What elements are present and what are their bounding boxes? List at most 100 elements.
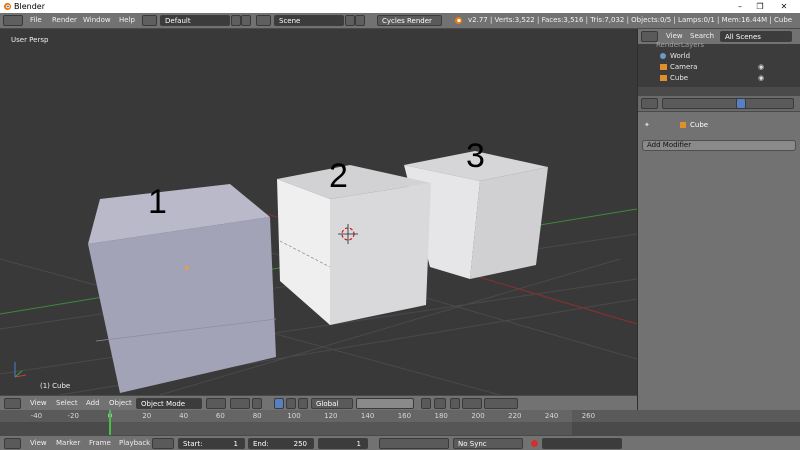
outliner-display-filter[interactable]: All Scenes [720,31,792,42]
camera-icon [660,64,667,70]
menu-window[interactable]: Window [83,16,111,24]
timeline-tick-label: 20 [142,412,152,420]
timeline-tick-label: 160 [397,412,412,420]
end-frame-label: End: [253,440,269,448]
3d-viewport[interactable]: User Persp 1 2 3 (1) Cube [0,29,637,395]
preview-range-icon[interactable] [152,438,174,449]
visibility-eye-icon[interactable]: ◉ [758,74,764,82]
close-button[interactable]: ✕ [776,1,792,12]
blender-version-icon [454,16,463,25]
end-frame-value: 250 [293,440,307,448]
menu-add[interactable]: Add [86,399,100,407]
timeline-tick-label: 260 [581,412,596,420]
timeline-tick-label: -40 [30,412,43,420]
screen-layout-field[interactable]: Default [160,15,230,26]
outliner-panel: View Search All Scenes RenderLayers Worl… [637,29,800,96]
timeline-menu-view[interactable]: View [30,439,47,447]
manipulator-toggle-icon[interactable] [252,398,262,409]
timeline-menu-playback[interactable]: Playback [119,439,150,447]
visibility-eye-icon[interactable]: ◉ [758,63,764,71]
outliner-item-camera-label: Camera [670,63,698,71]
outliner-item-cube-label: Cube [670,74,689,82]
remove-scene-icon[interactable] [355,15,365,26]
timeline-tick-label: 120 [324,412,338,420]
keying-set-field[interactable] [542,438,622,449]
timeline-area[interactable]: -40-200204060801001201401601802002202402… [0,410,800,435]
end-frame-field[interactable]: End: 250 [248,438,314,449]
transform-orientation-select[interactable]: Global [311,398,353,409]
scene-field[interactable]: Scene [274,15,344,26]
screen-layout-icon[interactable] [142,15,157,26]
timeline-tick-label: 60 [215,412,225,420]
viewport-shading-icon[interactable] [206,398,226,409]
timeline-tick-label: 100 [287,412,301,420]
menu-select[interactable]: Select [56,399,78,407]
add-screen-icon[interactable] [231,15,241,26]
scale-manipulator-icon[interactable] [298,398,308,409]
opengl-render-icon[interactable] [484,398,518,409]
remove-screen-icon[interactable] [241,15,251,26]
snap-toggle-icon[interactable] [450,398,460,409]
object-origin-icon [185,266,189,270]
pivot-point-icon[interactable] [230,398,250,409]
interaction-mode-select[interactable]: Object Mode [136,398,202,409]
playhead-marker[interactable] [109,410,111,435]
cube-2[interactable] [277,165,431,325]
timeline-tick-label: 80 [252,412,262,420]
add-scene-icon[interactable] [345,15,355,26]
add-modifier-button[interactable]: Add Modifier [642,140,796,151]
object-icon [680,122,686,128]
menu-view[interactable]: View [30,399,47,407]
lock-layers-icon[interactable] [421,398,431,409]
cube-label-3: 3 [466,137,485,175]
current-frame-field[interactable]: 1 [318,438,368,449]
menu-help[interactable]: Help [119,16,135,24]
scene-icon[interactable] [256,15,271,26]
render-engine-select[interactable]: Cycles Render [377,15,442,26]
translate-manipulator-icon[interactable] [274,398,284,409]
playback-controls[interactable] [379,438,449,449]
outliner-item-world-label: World [670,52,691,60]
snap-element-icon[interactable] [462,398,482,409]
menu-object[interactable]: Object [109,399,132,407]
proportional-edit-icon[interactable] [434,398,446,409]
start-frame-field[interactable]: Start: 1 [178,438,245,449]
cube-label-2: 2 [329,157,348,195]
pin-icon[interactable]: ✦ [644,121,650,129]
timeline-menu-frame[interactable]: Frame [89,439,111,447]
timeline-tick-label: 240 [544,412,559,420]
menu-render[interactable]: Render [52,16,77,24]
cube-1[interactable] [88,184,277,393]
scene-statistics: v2.77 | Verts:3,522 | Faces:3,516 | Tris… [468,16,793,24]
outliner-item-camera[interactable]: Camera ◉ [660,63,790,74]
properties-tab-bar [638,96,800,112]
outliner-menu-search[interactable]: Search [690,32,714,40]
timeline-menu-marker[interactable]: Marker [56,439,80,447]
rotate-manipulator-icon[interactable] [286,398,296,409]
record-keyframe-icon[interactable] [531,440,538,447]
timeline-tick-label: 140 [360,412,375,420]
start-frame-label: Start: [183,440,203,448]
mesh-object-icon [660,75,667,81]
editor-type-info-icon[interactable] [3,15,23,26]
menu-file[interactable]: File [30,16,42,24]
sync-mode-select[interactable]: No Sync [453,438,523,449]
outliner-scrollbar[interactable] [638,87,800,96]
properties-context-tabs[interactable] [662,98,794,109]
outliner-item-renderlayers[interactable]: RenderLayers [656,41,704,52]
modifier-tab-wrench-icon[interactable] [736,98,746,109]
layer-buttons[interactable] [356,398,414,409]
outliner-menu-view[interactable]: View [666,32,683,40]
maximize-button[interactable]: ❐ [752,1,768,12]
timeline-tick-label: 200 [471,412,485,420]
minimize-button[interactable]: – [732,1,748,12]
timeline-tick-label: -20 [67,412,79,420]
active-object-label: (1) Cube [40,382,71,390]
editor-type-timeline-icon[interactable] [4,438,21,449]
editor-type-properties-icon[interactable] [641,98,658,109]
properties-panel: ✦ Cube Add Modifier [637,96,800,410]
editor-type-3d-icon[interactable] [4,398,21,409]
info-header: File Render Window Help Default Scene Cy… [0,13,800,29]
viewport-canvas [0,151,637,395]
outliner-item-cube[interactable]: Cube ◉ [660,74,790,85]
